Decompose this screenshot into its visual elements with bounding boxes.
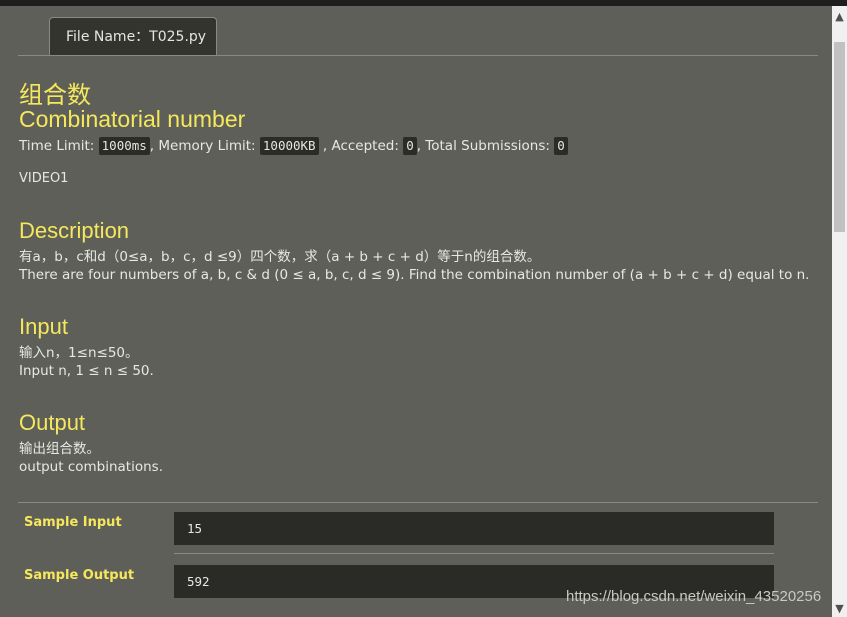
accepted-value: 0 <box>403 137 417 155</box>
description-heading: Description <box>19 218 130 243</box>
input-line-cn: 输入n，1≤n≤50。 <box>19 345 139 361</box>
memory-limit-value: 10000KB <box>259 137 319 155</box>
memory-limit-label: , Memory Limit: <box>149 138 260 154</box>
input-text: 输入n，1≤n≤50。 Input n, 1 ≤ n ≤ 50. <box>19 344 154 380</box>
output-text: 输出组合数。 output combinations. <box>19 440 163 476</box>
output-heading: Output <box>19 410 86 435</box>
total-submissions-value: 0 <box>554 137 568 155</box>
sample-output-label: Sample Output <box>24 568 135 583</box>
problem-limits: Time Limit: 1000ms, Memory Limit: 10000K… <box>19 136 568 156</box>
samples-divider <box>18 502 818 503</box>
description-text: 有a，b，c和d（0≤a，b，c，d ≤9）四个数，求（a + b + c + … <box>19 248 809 284</box>
sample-input-box: 15 <box>174 512 774 545</box>
watermark: https://blog.csdn.net/weixin_43520256 <box>566 588 822 605</box>
window-top-bar <box>0 0 847 6</box>
input-heading: Input <box>19 314 68 339</box>
output-line-en: output combinations. <box>19 459 163 475</box>
page-title-en: Combinatorial number <box>19 106 246 132</box>
scrollbar-thumb[interactable] <box>834 42 845 232</box>
video-link[interactable]: VIDEO1 <box>19 171 68 186</box>
scroll-down-icon[interactable]: ▼ <box>832 602 847 616</box>
description-line-en: There are four numbers of a, b, c & d (0… <box>19 267 810 283</box>
vertical-scrollbar[interactable]: ▲ ▼ <box>832 6 847 617</box>
sample-input-label: Sample Input <box>24 515 122 530</box>
sample-separator <box>174 553 774 554</box>
tab-divider <box>18 55 818 56</box>
scroll-up-icon[interactable]: ▲ <box>832 10 847 24</box>
time-limit-label: Time Limit: <box>19 138 99 154</box>
total-submissions-label: , Total Submissions: <box>416 138 555 154</box>
tab-file-name[interactable]: File Name：T025.py <box>49 17 217 55</box>
description-line-cn: 有a，b，c和d（0≤a，b，c，d ≤9）四个数，求（a + b + c + … <box>19 249 541 265</box>
time-limit-value: 1000ms <box>98 137 150 155</box>
accepted-label: , Accepted: <box>318 138 404 154</box>
input-line-en: Input n, 1 ≤ n ≤ 50. <box>19 363 154 379</box>
output-line-cn: 输出组合数。 <box>19 441 100 457</box>
